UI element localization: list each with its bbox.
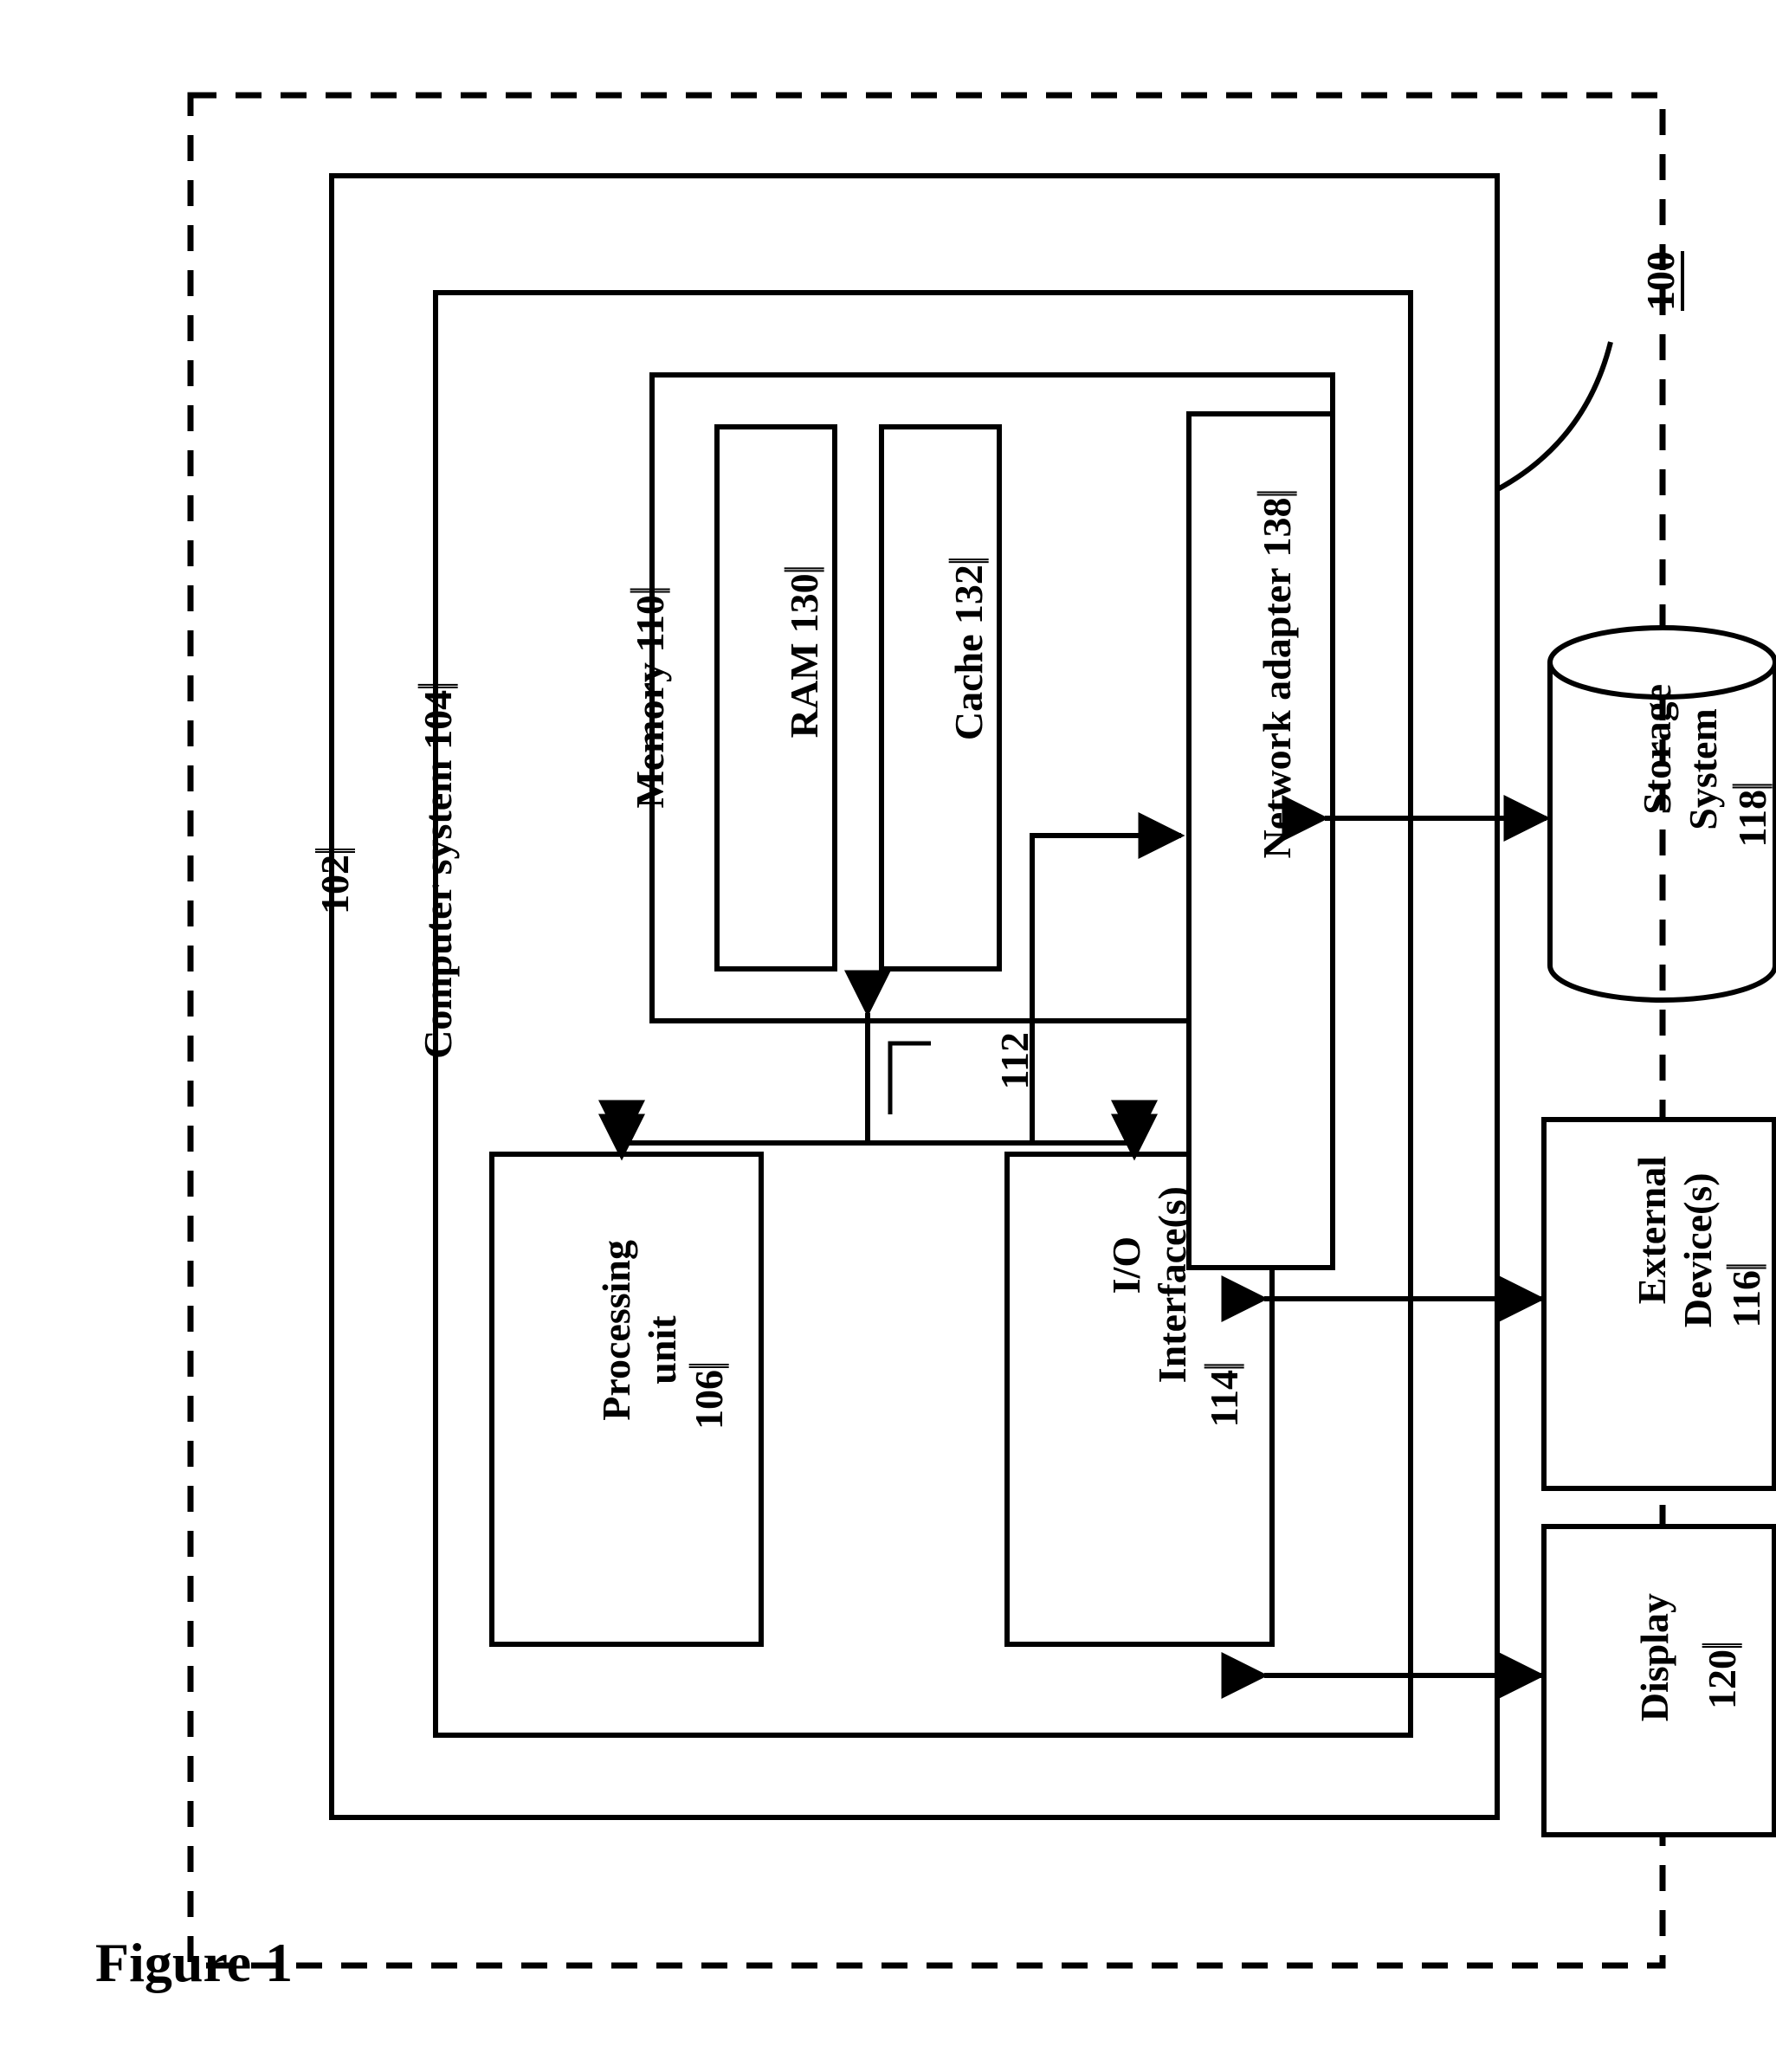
- io-display-visible: [0, 0, 1776, 2072]
